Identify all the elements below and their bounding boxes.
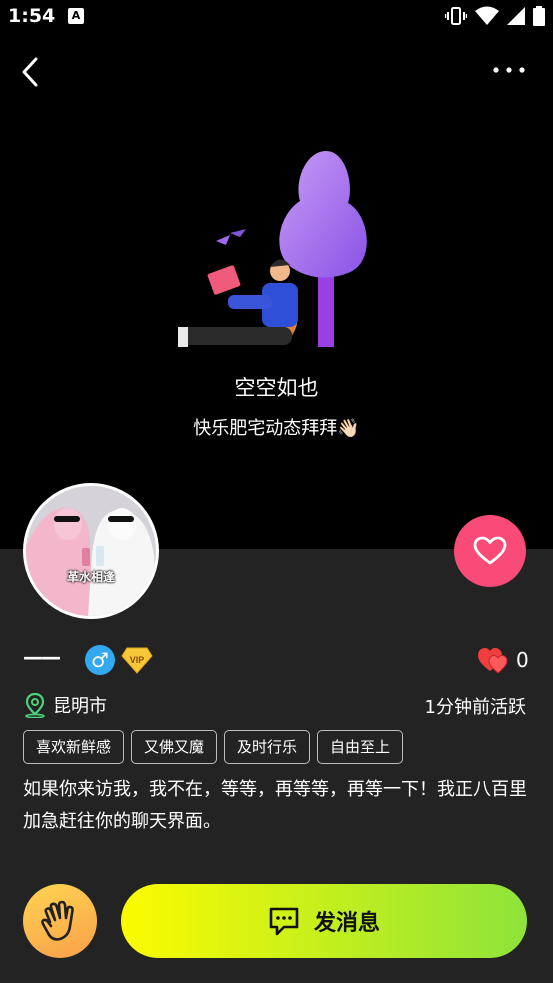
send-message-button[interactable]: 发消息 bbox=[121, 884, 527, 958]
location-text: 昆明市 bbox=[53, 696, 107, 717]
interest-tags: 喜欢新鲜感 又佛又魔 及时行乐 自由至上 bbox=[23, 730, 404, 764]
empty-state-subtitle: 快乐肥宅动态拜拜👋🏻 bbox=[193, 418, 360, 439]
chat-bubble-icon bbox=[269, 907, 299, 936]
waving-hand-icon bbox=[41, 900, 74, 941]
notification-a-icon: A bbox=[68, 8, 84, 24]
more-options-button[interactable] bbox=[491, 60, 531, 80]
avatar-caption: 革水相逢 bbox=[66, 570, 115, 584]
wave-hello-button[interactable] bbox=[23, 884, 97, 958]
vip-badge: VIP bbox=[121, 646, 153, 674]
signal-icon bbox=[507, 7, 525, 25]
empty-state-illustration bbox=[170, 145, 385, 355]
active-status: 1分钟前活跃 bbox=[424, 697, 526, 718]
status-icons bbox=[445, 6, 545, 26]
more-dots-icon bbox=[493, 67, 525, 73]
double-heart-icon bbox=[478, 648, 508, 674]
empty-state-title: 空空如也 bbox=[234, 376, 319, 400]
location: 昆明市 bbox=[23, 692, 107, 718]
send-message-label: 发消息 bbox=[313, 911, 380, 936]
avatar[interactable]: 革水相逢 bbox=[23, 483, 159, 619]
battery-icon bbox=[533, 6, 545, 26]
tag: 自由至上 bbox=[317, 730, 404, 764]
gender-male-badge: ♂ bbox=[85, 645, 115, 675]
bio-text: 如果你来访我，我不在，等等，再等等，再等一下！我正八百里加急赶往你的聊天界面。 bbox=[23, 779, 527, 832]
vip-diamond-icon: VIP bbox=[121, 647, 153, 674]
vip-label: VIP bbox=[130, 655, 145, 665]
heart-outline-icon bbox=[473, 536, 507, 565]
tag: 及时行乐 bbox=[224, 730, 311, 764]
location-pin-icon bbox=[25, 692, 45, 718]
tag: 喜欢新鲜感 bbox=[23, 730, 125, 764]
likes-count: 0 bbox=[516, 648, 529, 672]
username: —— bbox=[23, 645, 61, 669]
avatar-photo bbox=[26, 486, 156, 616]
tag: 又佛又魔 bbox=[131, 730, 218, 764]
status-bar: 1:54 A bbox=[0, 0, 553, 34]
like-button[interactable] bbox=[454, 515, 526, 587]
vibrate-icon bbox=[445, 7, 467, 25]
back-button[interactable] bbox=[18, 56, 46, 88]
chevron-left-icon bbox=[22, 57, 38, 87]
status-time: 1:54 bbox=[8, 5, 56, 27]
wifi-icon bbox=[475, 6, 499, 25]
likes-counter: 0 bbox=[476, 645, 529, 675]
